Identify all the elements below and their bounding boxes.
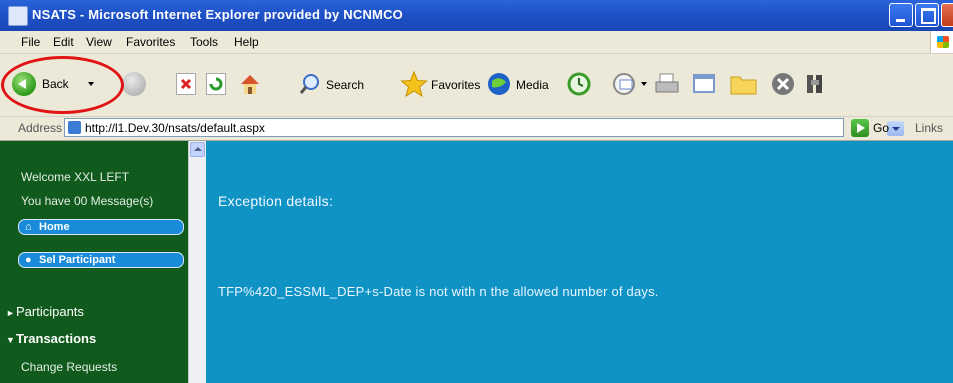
forward-button[interactable]: [122, 72, 146, 96]
go-button[interactable]: Go: [851, 118, 891, 138]
media-icon[interactable]: [486, 71, 512, 97]
favorites-star-icon[interactable]: [400, 70, 428, 98]
menu-help[interactable]: Help: [234, 35, 259, 49]
favorites-label[interactable]: Favorites: [431, 78, 480, 92]
close-button[interactable]: [941, 3, 953, 27]
mail-dropdown-icon[interactable]: [641, 82, 647, 86]
messenger-icon[interactable]: [770, 71, 796, 97]
toolbar: Back Search Favorites Media: [0, 54, 953, 117]
window-titlebar: NSATS - Microsoft Internet Explorer prov…: [0, 0, 953, 31]
sidebar-item-participants[interactable]: ►Participants: [6, 304, 84, 319]
sidebar-item-transactions[interactable]: ▼Transactions: [6, 331, 96, 346]
history-icon[interactable]: [566, 71, 592, 97]
home-icon[interactable]: [238, 72, 262, 96]
exception-message: TFP%420_ESSML_DEP+s-Date is not with n t…: [218, 284, 659, 299]
menu-view[interactable]: View: [86, 35, 112, 49]
menu-edit[interactable]: Edit: [53, 35, 74, 49]
research-icon[interactable]: [802, 71, 828, 97]
edit-icon[interactable]: [692, 72, 718, 96]
page-content: Welcome XXL LEFT You have 00 Message(s) …: [0, 141, 953, 383]
stop-icon[interactable]: [176, 73, 196, 95]
back-button-highlight-circle: [1, 56, 124, 114]
address-input[interactable]: http://l1.Dev.30/nsats/default.aspx: [64, 118, 904, 137]
window-title: NSATS - Microsoft Internet Explorer prov…: [32, 7, 403, 22]
collapsed-arrow-icon: ►: [6, 308, 15, 318]
sidebar-scrollbar[interactable]: [188, 141, 206, 383]
search-icon[interactable]: [298, 72, 322, 96]
menu-tools[interactable]: Tools: [190, 35, 218, 49]
messages-link[interactable]: You have 00 Message(s): [21, 194, 153, 208]
main-panel: Exception details: TFP%420_ESSML_DEP+s-D…: [206, 141, 953, 383]
menu-favorites[interactable]: Favorites: [126, 35, 175, 49]
expanded-arrow-icon: ▼: [6, 335, 15, 345]
maximize-button[interactable]: [915, 3, 939, 27]
mail-icon[interactable]: [612, 72, 638, 96]
scroll-up-icon[interactable]: [190, 142, 205, 157]
menu-file[interactable]: File: [21, 35, 40, 49]
links-label[interactable]: Links: [915, 121, 943, 135]
sidebar: Welcome XXL LEFT You have 00 Message(s) …: [0, 141, 188, 383]
media-label[interactable]: Media: [516, 78, 549, 92]
sel-participant-label: Sel Participant: [39, 254, 116, 266]
minimize-button[interactable]: [889, 3, 913, 27]
print-icon[interactable]: [654, 72, 680, 96]
address-bar: Address http://l1.Dev.30/nsats/default.a…: [0, 117, 953, 141]
sel-participant-button[interactable]: ● Sel Participant: [18, 252, 184, 268]
go-label: Go: [873, 121, 890, 135]
home-button-label: Home: [39, 221, 70, 233]
participant-icon: ●: [25, 254, 32, 266]
folder-icon[interactable]: [730, 72, 758, 96]
welcome-text: Welcome XXL LEFT: [21, 170, 130, 184]
exception-title: Exception details:: [218, 193, 334, 209]
menu-bar: File Edit View Favorites Tools Help: [0, 31, 953, 54]
transactions-label: Transactions: [16, 331, 97, 346]
home-button[interactable]: ⌂ Home: [18, 219, 184, 235]
search-label[interactable]: Search: [326, 78, 364, 92]
home-icon: ⌂: [25, 221, 32, 233]
participants-label: Participants: [16, 304, 84, 319]
address-url[interactable]: http://l1.Dev.30/nsats/default.aspx: [85, 121, 265, 135]
ie-icon: [8, 6, 28, 26]
go-arrow-icon: [851, 119, 869, 137]
windows-logo-icon: [930, 31, 953, 53]
address-label: Address: [18, 121, 63, 135]
page-icon: [68, 121, 81, 134]
refresh-icon[interactable]: [206, 73, 226, 95]
sidebar-item-change-requests[interactable]: Change Requests: [21, 360, 117, 374]
